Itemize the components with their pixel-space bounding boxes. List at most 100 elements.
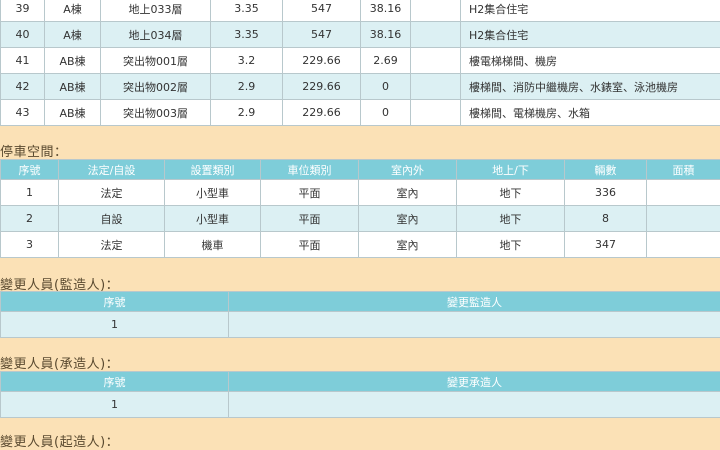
floor-level: 地上033層 — [101, 0, 211, 22]
floor-extra — [411, 48, 461, 74]
floor-height: 3.2 — [211, 48, 283, 74]
floor-building: AB棟 — [45, 48, 101, 74]
floor-extra — [411, 0, 461, 22]
floor-value: 38.16 — [361, 22, 411, 48]
supervisor-col-name: 變更監造人 — [229, 292, 720, 312]
floor-building: A棟 — [45, 22, 101, 48]
floor-area: 229.66 — [283, 100, 361, 126]
contractor-section-title: 變更人員(承造人)： — [0, 353, 119, 372]
supervisor-table: 序號 變更監造人 1 — [0, 291, 720, 338]
floor-area: 229.66 — [283, 48, 361, 74]
floor-value: 0 — [361, 74, 411, 100]
floor-height: 3.35 — [211, 22, 283, 48]
floor-use: 樓梯間、消防中繼機房、水錶室、泳池機房 — [461, 74, 720, 100]
parking-no: 3 — [1, 232, 59, 258]
table-row: 3 法定 機車 平面 室內 地下 347 — [1, 232, 720, 258]
supervisor-no: 1 — [1, 312, 229, 338]
table-row: 40 A棟 地上034層 3.35 547 38.16 H2集合住宅 — [1, 22, 720, 48]
parking-category: 機車 — [165, 232, 261, 258]
parking-level: 地下 — [457, 206, 565, 232]
parking-no: 1 — [1, 180, 59, 206]
parking-space-type: 平面 — [261, 180, 359, 206]
supervisor-name — [229, 312, 720, 338]
parking-section-title: 停車空間： — [0, 141, 68, 160]
parking-col-count: 輛數 — [565, 160, 647, 180]
floor-use: 樓梯間、電梯機房、水箱 — [461, 100, 720, 126]
floor-extra — [411, 100, 461, 126]
parking-level: 地下 — [457, 180, 565, 206]
table-row: 41 AB棟 突出物001層 3.2 229.66 2.69 樓電梯梯間、機房 — [1, 48, 720, 74]
floor-value: 0 — [361, 100, 411, 126]
parking-level: 地下 — [457, 232, 565, 258]
parking-type: 自設 — [59, 206, 165, 232]
parking-area — [647, 206, 720, 232]
parking-col-space-type: 車位類別 — [261, 160, 359, 180]
floor-use: 樓電梯梯間、機房 — [461, 48, 720, 74]
contractor-col-name: 變更承造人 — [229, 372, 720, 392]
table-row: 1 — [1, 312, 720, 338]
floors-table: 39 A棟 地上033層 3.35 547 38.16 H2集合住宅 40 A棟… — [0, 0, 720, 126]
floor-no: 43 — [1, 100, 45, 126]
parking-space-type: 平面 — [261, 232, 359, 258]
floor-building: AB棟 — [45, 100, 101, 126]
parking-col-type: 法定/自設 — [59, 160, 165, 180]
parking-col-indoor: 室內外 — [359, 160, 457, 180]
contractor-header-row: 序號 變更承造人 — [1, 372, 720, 392]
floor-value: 2.69 — [361, 48, 411, 74]
owner-section-title: 變更人員(起造人)： — [0, 431, 119, 450]
supervisor-header-row: 序號 變更監造人 — [1, 292, 720, 312]
parking-area — [647, 232, 720, 258]
floor-level: 突出物003層 — [101, 100, 211, 126]
floor-building: A棟 — [45, 0, 101, 22]
contractor-no: 1 — [1, 392, 229, 418]
floor-level: 突出物002層 — [101, 74, 211, 100]
supervisor-col-no: 序號 — [1, 292, 229, 312]
floor-extra — [411, 22, 461, 48]
parking-count: 8 — [565, 206, 647, 232]
floor-value: 38.16 — [361, 0, 411, 22]
table-row: 1 法定 小型車 平面 室內 地下 336 — [1, 180, 720, 206]
floor-area: 547 — [283, 0, 361, 22]
floor-no: 41 — [1, 48, 45, 74]
parking-header-row: 序號 法定/自設 設置類別 車位類別 室內外 地上/下 輛數 面積 — [1, 160, 720, 180]
floor-area: 547 — [283, 22, 361, 48]
floor-use: H2集合住宅 — [461, 0, 720, 22]
contractor-name — [229, 392, 720, 418]
floor-no: 39 — [1, 0, 45, 22]
parking-count: 336 — [565, 180, 647, 206]
parking-no: 2 — [1, 206, 59, 232]
table-row: 2 自設 小型車 平面 室內 地下 8 — [1, 206, 720, 232]
floor-height: 2.9 — [211, 74, 283, 100]
floor-height: 2.9 — [211, 100, 283, 126]
parking-indoor: 室內 — [359, 206, 457, 232]
parking-type: 法定 — [59, 232, 165, 258]
parking-col-no: 序號 — [1, 160, 59, 180]
floor-height: 3.35 — [211, 0, 283, 22]
contractor-col-no: 序號 — [1, 372, 229, 392]
floor-no: 40 — [1, 22, 45, 48]
parking-category: 小型車 — [165, 206, 261, 232]
parking-type: 法定 — [59, 180, 165, 206]
floor-level: 突出物001層 — [101, 48, 211, 74]
floor-extra — [411, 74, 461, 100]
floor-level: 地上034層 — [101, 22, 211, 48]
contractor-table: 序號 變更承造人 1 — [0, 371, 720, 418]
parking-table: 序號 法定/自設 設置類別 車位類別 室內外 地上/下 輛數 面積 1 法定 小… — [0, 159, 720, 258]
parking-space-type: 平面 — [261, 206, 359, 232]
floor-area: 229.66 — [283, 74, 361, 100]
table-row: 43 AB棟 突出物003層 2.9 229.66 0 樓梯間、電梯機房、水箱 — [1, 100, 720, 126]
table-row: 39 A棟 地上033層 3.35 547 38.16 H2集合住宅 — [1, 0, 720, 22]
parking-indoor: 室內 — [359, 232, 457, 258]
parking-col-level: 地上/下 — [457, 160, 565, 180]
parking-col-category: 設置類別 — [165, 160, 261, 180]
parking-count: 347 — [565, 232, 647, 258]
table-row: 1 — [1, 392, 720, 418]
parking-area — [647, 180, 720, 206]
floor-no: 42 — [1, 74, 45, 100]
parking-indoor: 室內 — [359, 180, 457, 206]
parking-col-area: 面積 — [647, 160, 720, 180]
floor-use: H2集合住宅 — [461, 22, 720, 48]
parking-category: 小型車 — [165, 180, 261, 206]
table-row: 42 AB棟 突出物002層 2.9 229.66 0 樓梯間、消防中繼機房、水… — [1, 74, 720, 100]
floor-building: AB棟 — [45, 74, 101, 100]
